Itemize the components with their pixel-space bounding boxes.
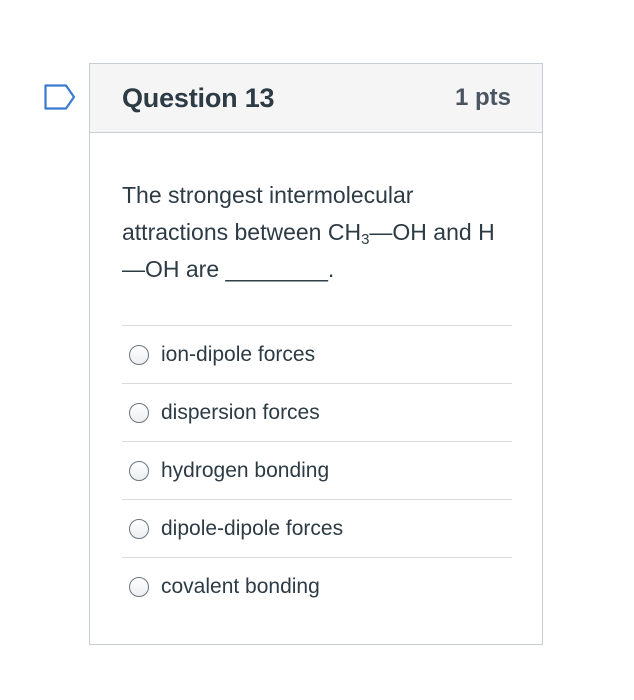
answer-label: covalent bonding [161,574,320,598]
question-text: The strongest intermolecular attractions… [122,177,522,288]
answer-option-ion-dipole[interactable]: ion-dipole forces [122,325,512,383]
answer-label: ion-dipole forces [161,342,316,366]
radio-button[interactable] [129,460,149,481]
answer-label: hydrogen bonding [161,458,330,482]
quiz-page: Question 13 1 pts The strongest intermol… [0,0,634,700]
radio-button[interactable] [129,344,149,365]
radio-button[interactable] [129,518,149,539]
radio-button[interactable] [129,576,149,597]
answer-option-dipole-dipole[interactable]: dipole-dipole forces [122,499,512,557]
question-card: Question 13 1 pts The strongest intermol… [89,63,543,645]
answer-label: dispersion forces [161,400,320,424]
answer-option-covalent-bonding[interactable]: covalent bonding [122,557,512,615]
radio-button[interactable] [129,402,149,423]
flag-question-icon[interactable] [44,84,76,110]
question-points: 1 pts [454,84,511,111]
answer-option-dispersion[interactable]: dispersion forces [122,383,512,441]
question-header: Question 13 1 pts [90,64,542,133]
answer-label: dipole-dipole forces [161,516,344,540]
question-title: Question 13 [122,82,275,113]
answer-option-hydrogen-bonding[interactable]: hydrogen bonding [122,441,512,499]
answer-list: ion-dipole forces dispersion forces hydr… [122,325,512,615]
